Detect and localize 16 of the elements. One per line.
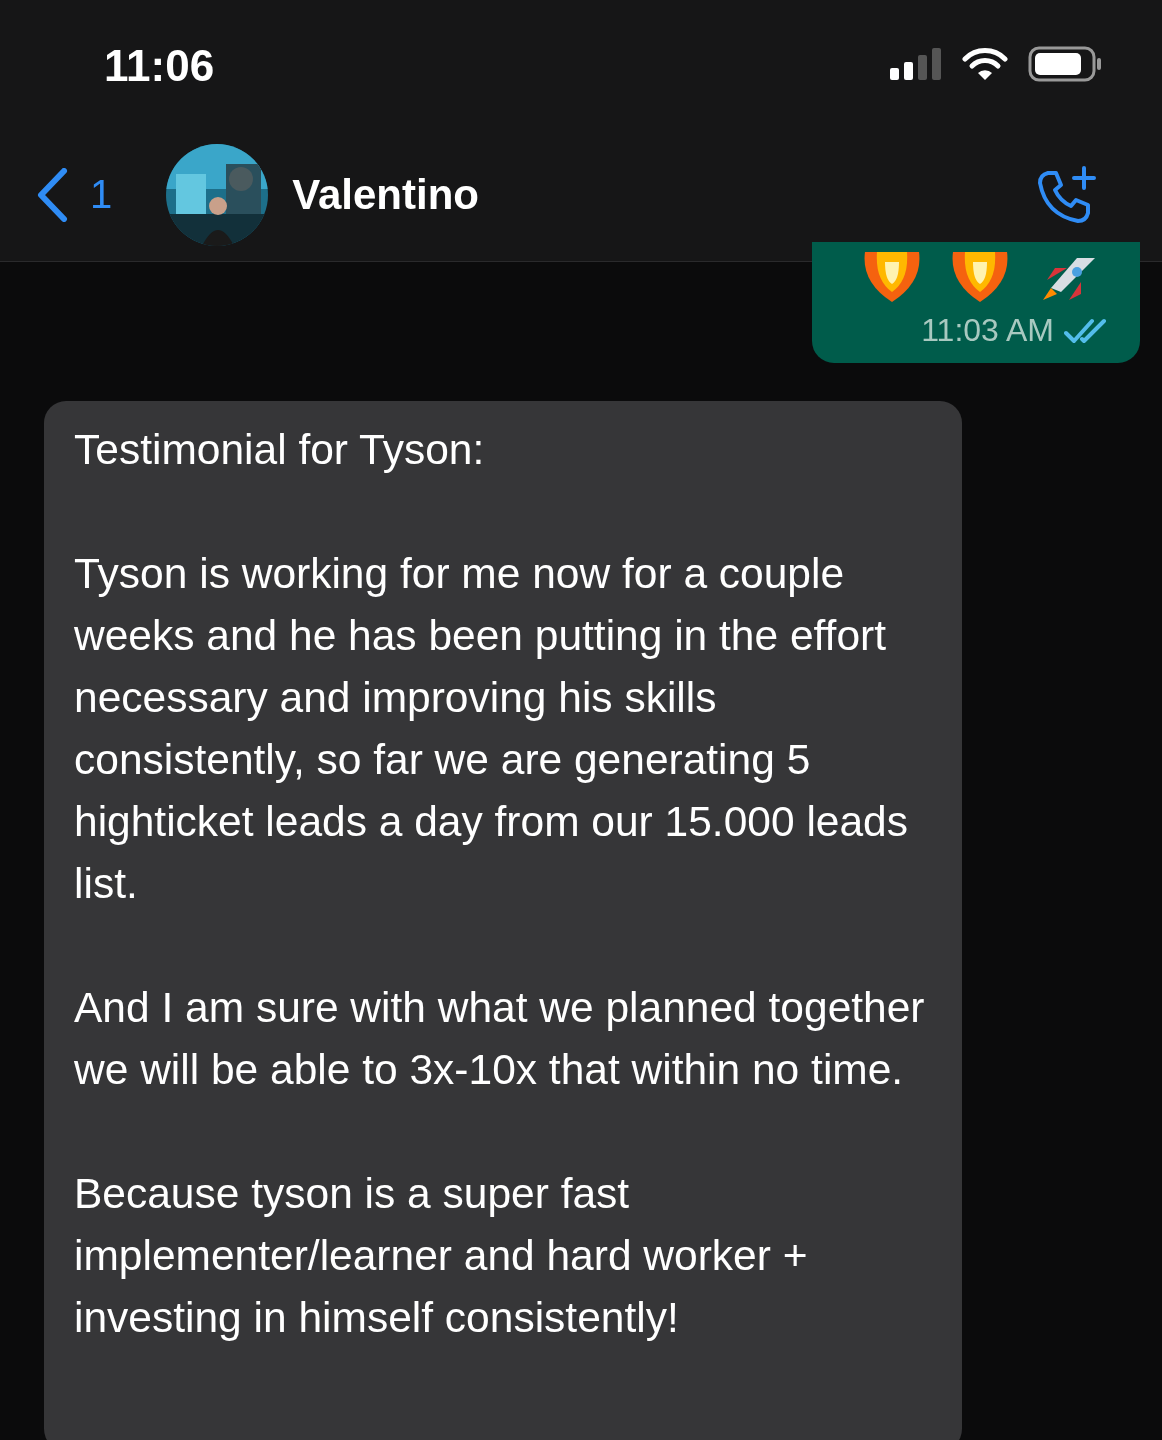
back-button[interactable]: 1 [36, 167, 113, 222]
add-call-icon[interactable] [1036, 164, 1098, 225]
back-chevron-icon [36, 167, 68, 222]
contact-name[interactable]: Valentino [292, 170, 1036, 219]
battery-icon [1028, 46, 1102, 82]
message-time: 11:03 AM [921, 312, 1054, 349]
signal-icon [890, 48, 942, 80]
received-message-bubble[interactable] [44, 401, 962, 1440]
clock-time: 11:06 [104, 40, 216, 91]
sent-message-bubble[interactable]: 11:03 AM [812, 242, 1140, 363]
message-paragraph: And I am sure with what we planned together we will be able to 3x-10x that within no time. [74, 983, 926, 1095]
unread-count: 1 [90, 172, 113, 217]
message-paragraph: Tyson is working for me now for a couple weeks and he has been putting in the effort necessary and improving his skills consistently, so far we are generating 5 highticket leads a day from our 15.000 leads list. [74, 549, 909, 909]
message-paragraph: Because tyson is a super fast implementer/learner and hard worker + investing in himself consistently! [74, 1169, 809, 1343]
wifi-icon [962, 47, 1008, 81]
message-paragraph: Testimonial for Tyson: [74, 425, 486, 475]
